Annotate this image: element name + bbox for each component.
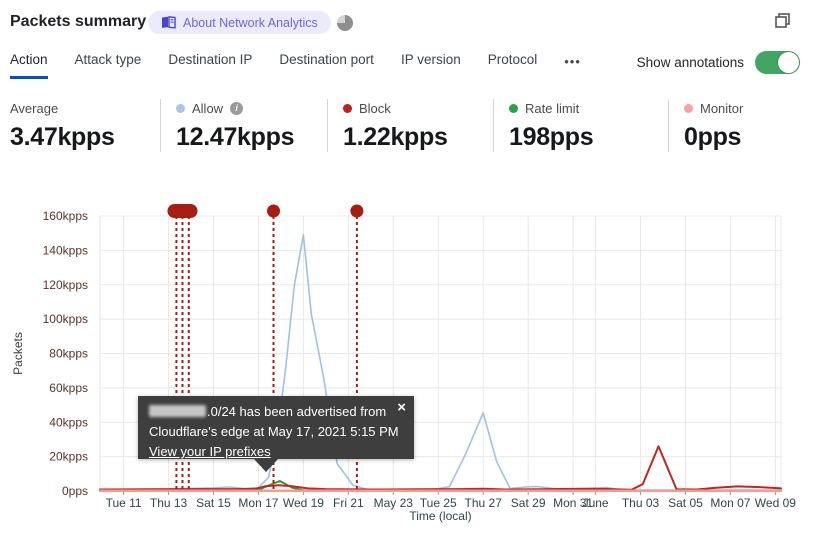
- stat-label: Monitor: [700, 100, 744, 116]
- y-tick-label: 40kpps: [49, 415, 88, 429]
- tooltip-line1: .0/24 has been advertised from: [149, 402, 402, 422]
- x-tick-label: Tue 25: [420, 496, 457, 510]
- page-title: Packets summary: [10, 13, 147, 30]
- x-tick-label: Sat 15: [196, 496, 231, 510]
- tooltip-line2: Cloudflare's edge at May 17, 2021 5:15 P…: [149, 424, 399, 439]
- allow-legend-dot: [176, 103, 185, 113]
- info-icon[interactable]: i: [230, 101, 244, 115]
- y-tick-label: 20kpps: [49, 450, 88, 464]
- monitor-legend-dot: [684, 103, 693, 113]
- block-legend-dot: [343, 103, 352, 113]
- pie-contrast-icon[interactable]: [337, 15, 353, 31]
- stat-value: 198pps: [509, 123, 594, 151]
- x-axis-title: Time (local): [409, 509, 471, 523]
- x-tick-label: Sat 29: [511, 496, 546, 510]
- annotation-marker-pill[interactable]: [167, 204, 198, 218]
- more-tabs-ellipsis-icon[interactable]: •••: [564, 52, 581, 69]
- packets-time-series-chart: 0pps 20kpps 40kpps 60kpps 80kpps 100kpps 120kp…: [0, 185, 816, 545]
- stat-block: Block 1.22kpps: [327, 99, 493, 152]
- show-annotations-control: Show annotations: [637, 51, 800, 74]
- stat-label: Average: [10, 100, 59, 116]
- stat-value: 12.47kpps: [176, 123, 295, 151]
- x-tick-label: May 23: [374, 496, 414, 510]
- annotation-tooltip: × .0/24 has been advertised from Cloudfl…: [138, 396, 414, 459]
- tab-attack-type[interactable]: Attack type: [75, 52, 142, 76]
- redacted-ip-prefix: [149, 405, 206, 417]
- about-network-analytics-badge[interactable]: About Network Analytics: [148, 11, 331, 34]
- show-annotations-toggle[interactable]: [755, 51, 800, 74]
- annotation-marker-dot[interactable]: [267, 204, 281, 218]
- chart-canvas: 0pps 20kpps 40kpps 60kpps 80kpps 100kpps 120kp…: [11, 204, 796, 523]
- toggle-knob: [778, 52, 799, 73]
- x-tick-label: June: [583, 496, 609, 510]
- x-tick-label: Tue 11: [106, 496, 142, 510]
- popout-icon[interactable]: [774, 12, 791, 29]
- dimension-tabs: Action Attack type Destination IP Destin…: [10, 52, 581, 79]
- tab-action[interactable]: Action: [10, 52, 48, 79]
- tooltip-close-icon[interactable]: ×: [397, 398, 406, 418]
- network-analytics-panel: Packets summary About Network Analytics …: [0, 0, 816, 545]
- stat-rate-limit: Rate limit 198pps: [493, 99, 668, 152]
- stat-average: Average 3.47kpps: [10, 99, 160, 152]
- show-annotations-label: Show annotations: [636, 55, 744, 70]
- stat-value: 0pps: [684, 123, 742, 151]
- y-tick-label: 100kpps: [43, 312, 88, 326]
- x-tick-label: Wed 19: [283, 496, 324, 510]
- badge-label: About Network Analytics: [183, 15, 318, 30]
- stat-label: Rate limit: [525, 100, 580, 116]
- tab-destination-ip[interactable]: Destination IP: [168, 52, 252, 76]
- stat-label: Block: [359, 100, 391, 116]
- view-ip-prefixes-link[interactable]: View your IP prefixes: [149, 444, 271, 459]
- stat-allow: Allow i 12.47kpps: [160, 99, 327, 152]
- y-tick-label: 80kpps: [49, 347, 88, 361]
- tab-protocol[interactable]: Protocol: [488, 52, 538, 76]
- y-tick-label: 120kpps: [43, 278, 88, 292]
- x-tick-label: Thu 13: [150, 496, 188, 510]
- y-tick-label: 0pps: [62, 484, 88, 498]
- y-tick-label: 160kpps: [43, 209, 88, 223]
- stat-label: Allow: [192, 100, 224, 116]
- y-tick-label: 60kpps: [49, 381, 88, 395]
- x-tick-label: Mon 07: [710, 496, 750, 510]
- annotation-marker-dot[interactable]: [350, 204, 364, 218]
- book-icon: [161, 16, 176, 29]
- tab-destination-port[interactable]: Destination port: [279, 52, 374, 76]
- tab-ip-version[interactable]: IP version: [401, 52, 461, 76]
- x-tick-label: Mon 17: [238, 496, 278, 510]
- tooltip-caret: [254, 459, 278, 472]
- x-tick-label: Sat 05: [668, 496, 703, 510]
- rate-limit-legend-dot: [509, 103, 518, 113]
- y-axis-title: Packets: [11, 332, 25, 375]
- x-tick-label: Thu 27: [465, 496, 503, 510]
- x-tick-label: Wed 09: [755, 496, 796, 510]
- stat-value: 3.47kpps: [10, 123, 115, 151]
- stat-value: 1.22kpps: [343, 123, 448, 151]
- stat-monitor: Monitor 0pps: [668, 99, 801, 152]
- x-tick-label: Thu 03: [622, 496, 660, 510]
- x-tick-label: Fri 21: [333, 496, 364, 510]
- summary-stats: Average 3.47kpps Allow i 12.47kpps Block…: [10, 99, 801, 152]
- y-tick-label: 140kpps: [43, 243, 88, 257]
